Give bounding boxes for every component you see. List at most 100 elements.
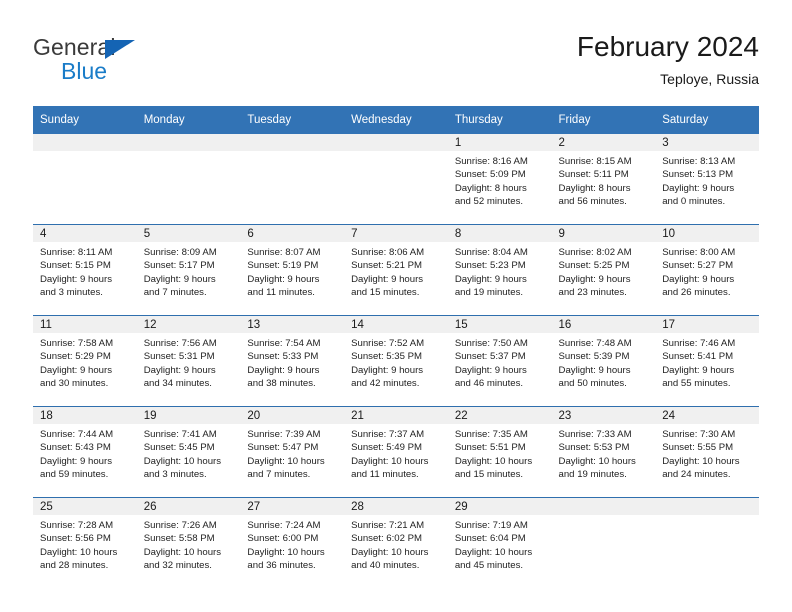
calendar-day-cell[interactable]: 13 Sunrise: 7:54 AM Sunset: 5:33 PM Dayligh… (240, 315, 345, 407)
calendar-day-cell[interactable]: 10 Sunrise: 8:00 AM Sunset: 5:27 PM Dayligh… (655, 224, 759, 316)
sun-info-line: Sunset: 6:02 PM (351, 533, 423, 545)
calendar-day-cell[interactable]: 18 Sunrise: 7:44 AM Sunset: 5:43 PM Dayligh… (33, 406, 137, 498)
sun-info-line: Sunset: 5:58 PM (143, 533, 215, 545)
sun-info-line: Sunset: 5:11 PM (558, 169, 629, 181)
calendar-day-cell[interactable]: 15 Sunrise: 7:50 AM Sunset: 5:37 PM Dayligh… (447, 315, 552, 407)
calendar-empty-cell (136, 134, 241, 225)
sun-info: Sunrise: 7:30 AM Sunset: 5:55 PM Daylight:… (655, 424, 759, 482)
day-number (240, 134, 345, 151)
calendar-day-cell[interactable]: 14 Sunrise: 7:52 AM Sunset: 5:35 PM Dayligh… (344, 315, 448, 407)
day-number: 16 (551, 316, 656, 333)
sun-info-line: Sunset: 5:27 PM (662, 260, 734, 272)
sun-info-line: Sunrise: 8:09 AM (143, 247, 217, 258)
sun-info: Sunrise: 7:56 AM Sunset: 5:31 PM Daylight:… (137, 333, 241, 391)
sun-info-line: Daylight: 9 hours (143, 364, 216, 376)
page-title: February 2024 (576, 31, 759, 62)
calendar-day-cell[interactable]: 24 Sunrise: 7:30 AM Sunset: 5:55 PM Dayligh… (655, 406, 759, 498)
sun-info-line: and 0 minutes. (662, 196, 726, 208)
day-number: 28 (344, 498, 448, 515)
sun-info (137, 151, 241, 155)
sun-info-line: Sunset: 5:17 PM (143, 260, 215, 272)
sun-info-line: and 7 minutes. (247, 469, 311, 481)
sun-info: Sunrise: 8:16 AM Sunset: 5:09 PM Daylight:… (448, 151, 552, 209)
day-number: 15 (447, 316, 552, 333)
logo-triangle-icon (105, 40, 135, 59)
calendar-day-cell[interactable]: 8 Sunrise: 8:04 AM Sunset: 5:23 PM Daylight… (447, 224, 552, 316)
sun-info: Sunrise: 7:26 AM Sunset: 5:58 PM Daylight:… (137, 515, 241, 573)
calendar-day-cell[interactable]: 23 Sunrise: 7:33 AM Sunset: 5:53 PM Dayligh… (551, 406, 656, 498)
sun-info: Sunrise: 7:24 AM Sunset: 6:00 PM Daylight:… (240, 515, 344, 573)
sun-info-line: and 11 minutes. (247, 287, 315, 299)
sun-info: Sunrise: 7:52 AM Sunset: 5:35 PM Daylight:… (344, 333, 448, 391)
calendar-empty-cell (655, 497, 759, 588)
sun-info-line: Daylight: 10 hours (247, 546, 325, 558)
calendar-day-cell[interactable]: 20 Sunrise: 7:39 AM Sunset: 5:47 PM Dayligh… (240, 406, 345, 498)
calendar-day-cell[interactable]: 7 Sunrise: 8:06 AM Sunset: 5:21 PM Daylight… (344, 224, 448, 316)
sun-info-line: and 32 minutes. (143, 560, 212, 572)
sun-info: Sunrise: 7:39 AM Sunset: 5:47 PM Daylight:… (240, 424, 344, 482)
day-number: 9 (551, 225, 656, 242)
calendar-day-cell[interactable]: 17 Sunrise: 7:46 AM Sunset: 5:41 PM Dayligh… (655, 315, 759, 407)
calendar-day-cell[interactable]: 29 Sunrise: 7:19 AM Sunset: 6:04 PM Dayligh… (447, 497, 552, 588)
calendar-day-cell[interactable]: 21 Sunrise: 7:37 AM Sunset: 5:49 PM Dayligh… (344, 406, 448, 498)
sun-info-line: Sunrise: 7:24 AM (247, 520, 321, 531)
calendar-grid: Sunday Monday Tuesday Wednesday Thursday… (33, 106, 759, 588)
sun-info-line: Sunrise: 7:39 AM (247, 429, 321, 440)
calendar-day-cell[interactable]: 16 Sunrise: 7:48 AM Sunset: 5:39 PM Dayligh… (551, 315, 656, 407)
sun-info-line: and 28 minutes. (40, 560, 109, 572)
calendar-day-cell[interactable]: 27 Sunrise: 7:24 AM Sunset: 6:00 PM Dayligh… (240, 497, 345, 588)
sun-info-line: Sunset: 6:04 PM (454, 533, 526, 545)
day-number: 27 (240, 498, 345, 515)
sun-info-line: Sunrise: 7:21 AM (351, 520, 425, 531)
day-number: 26 (136, 498, 241, 515)
calendar-day-cell[interactable]: 26 Sunrise: 7:26 AM Sunset: 5:58 PM Dayligh… (136, 497, 241, 588)
sun-info: Sunrise: 7:46 AM Sunset: 5:41 PM Daylight:… (655, 333, 759, 391)
sun-info (33, 151, 137, 155)
sun-info-line: Sunrise: 7:37 AM (351, 429, 425, 440)
sun-info-line: Sunset: 5:41 PM (662, 351, 734, 363)
sun-info-line: and 24 minutes. (662, 469, 731, 481)
sun-info: Sunrise: 7:33 AM Sunset: 5:53 PM Daylight:… (552, 424, 656, 482)
calendar-day-cell[interactable]: 19 Sunrise: 7:41 AM Sunset: 5:45 PM Dayligh… (136, 406, 241, 498)
day-number: 14 (344, 316, 448, 333)
calendar-day-cell[interactable]: 22 Sunrise: 7:35 AM Sunset: 5:51 PM Dayligh… (447, 406, 552, 498)
sun-info: Sunrise: 8:02 AM Sunset: 5:25 PM Daylight:… (552, 242, 656, 300)
calendar-day-cell[interactable]: 6 Sunrise: 8:07 AM Sunset: 5:19 PM Daylight… (240, 224, 345, 316)
calendar-week-row: 25 Sunrise: 7:28 AM Sunset: 5:56 PM Dayligh… (33, 497, 759, 588)
calendar-day-cell[interactable]: 25 Sunrise: 7:28 AM Sunset: 5:56 PM Dayligh… (33, 497, 137, 588)
calendar-day-cell[interactable]: 12 Sunrise: 7:56 AM Sunset: 5:31 PM Dayligh… (136, 315, 241, 407)
calendar-day-cell[interactable]: 3 Sunrise: 8:13 AM Sunset: 5:13 PM Daylight… (655, 134, 759, 225)
day-number: 12 (136, 316, 241, 333)
sun-info-line: Sunrise: 7:58 AM (40, 338, 114, 349)
sun-info-line: and 3 minutes. (40, 287, 103, 299)
calendar-day-cell[interactable]: 9 Sunrise: 8:02 AM Sunset: 5:25 PM Daylight… (551, 224, 656, 316)
day-number: 22 (447, 407, 552, 424)
sun-info-line: Sunrise: 7:30 AM (662, 429, 736, 440)
weekday-header-wednesday: Wednesday (344, 106, 448, 134)
calendar-day-cell[interactable]: 11 Sunrise: 7:58 AM Sunset: 5:29 PM Dayligh… (33, 315, 137, 407)
calendar-day-cell[interactable]: 1 Sunrise: 8:16 AM Sunset: 5:09 PM Daylight… (447, 134, 552, 225)
sun-info-line: Sunset: 5:09 PM (454, 169, 526, 181)
sun-info-line: Daylight: 9 hours (662, 364, 735, 376)
calendar-day-cell[interactable]: 4 Sunrise: 8:11 AM Sunset: 5:15 PM Daylight… (33, 224, 137, 316)
sun-info-line: Daylight: 9 hours (662, 273, 735, 285)
sun-info-line: and 7 minutes. (143, 287, 207, 299)
calendar-day-cell[interactable]: 2 Sunrise: 8:15 AM Sunset: 5:11 PM Daylight… (551, 134, 656, 225)
calendar-body: 1 Sunrise: 8:16 AM Sunset: 5:09 PM Daylight… (33, 134, 759, 588)
sun-info-line: Daylight: 10 hours (351, 455, 429, 467)
sun-info-line: Sunrise: 8:00 AM (662, 247, 736, 258)
sun-info-line: and 15 minutes. (351, 287, 420, 299)
calendar-week-row: 18 Sunrise: 7:44 AM Sunset: 5:43 PM Dayligh… (33, 406, 759, 498)
day-number: 18 (33, 407, 137, 424)
calendar-day-cell[interactable]: 28 Sunrise: 7:21 AM Sunset: 6:02 PM Dayligh… (344, 497, 448, 588)
day-number: 13 (240, 316, 345, 333)
day-number: 7 (344, 225, 448, 242)
calendar-day-cell[interactable]: 5 Sunrise: 8:09 AM Sunset: 5:17 PM Daylight… (136, 224, 241, 316)
logo-text-blue: Blue (61, 58, 108, 84)
sun-info-line: and 46 minutes. (454, 378, 524, 390)
sun-info-line: and 45 minutes. (454, 560, 524, 572)
sun-info-line: Sunset: 5:25 PM (558, 260, 630, 272)
sun-info-line: Sunset: 5:43 PM (40, 442, 111, 454)
sun-info: Sunrise: 8:04 AM Sunset: 5:23 PM Daylight:… (448, 242, 552, 300)
sun-info-line: Sunrise: 8:02 AM (558, 247, 632, 258)
